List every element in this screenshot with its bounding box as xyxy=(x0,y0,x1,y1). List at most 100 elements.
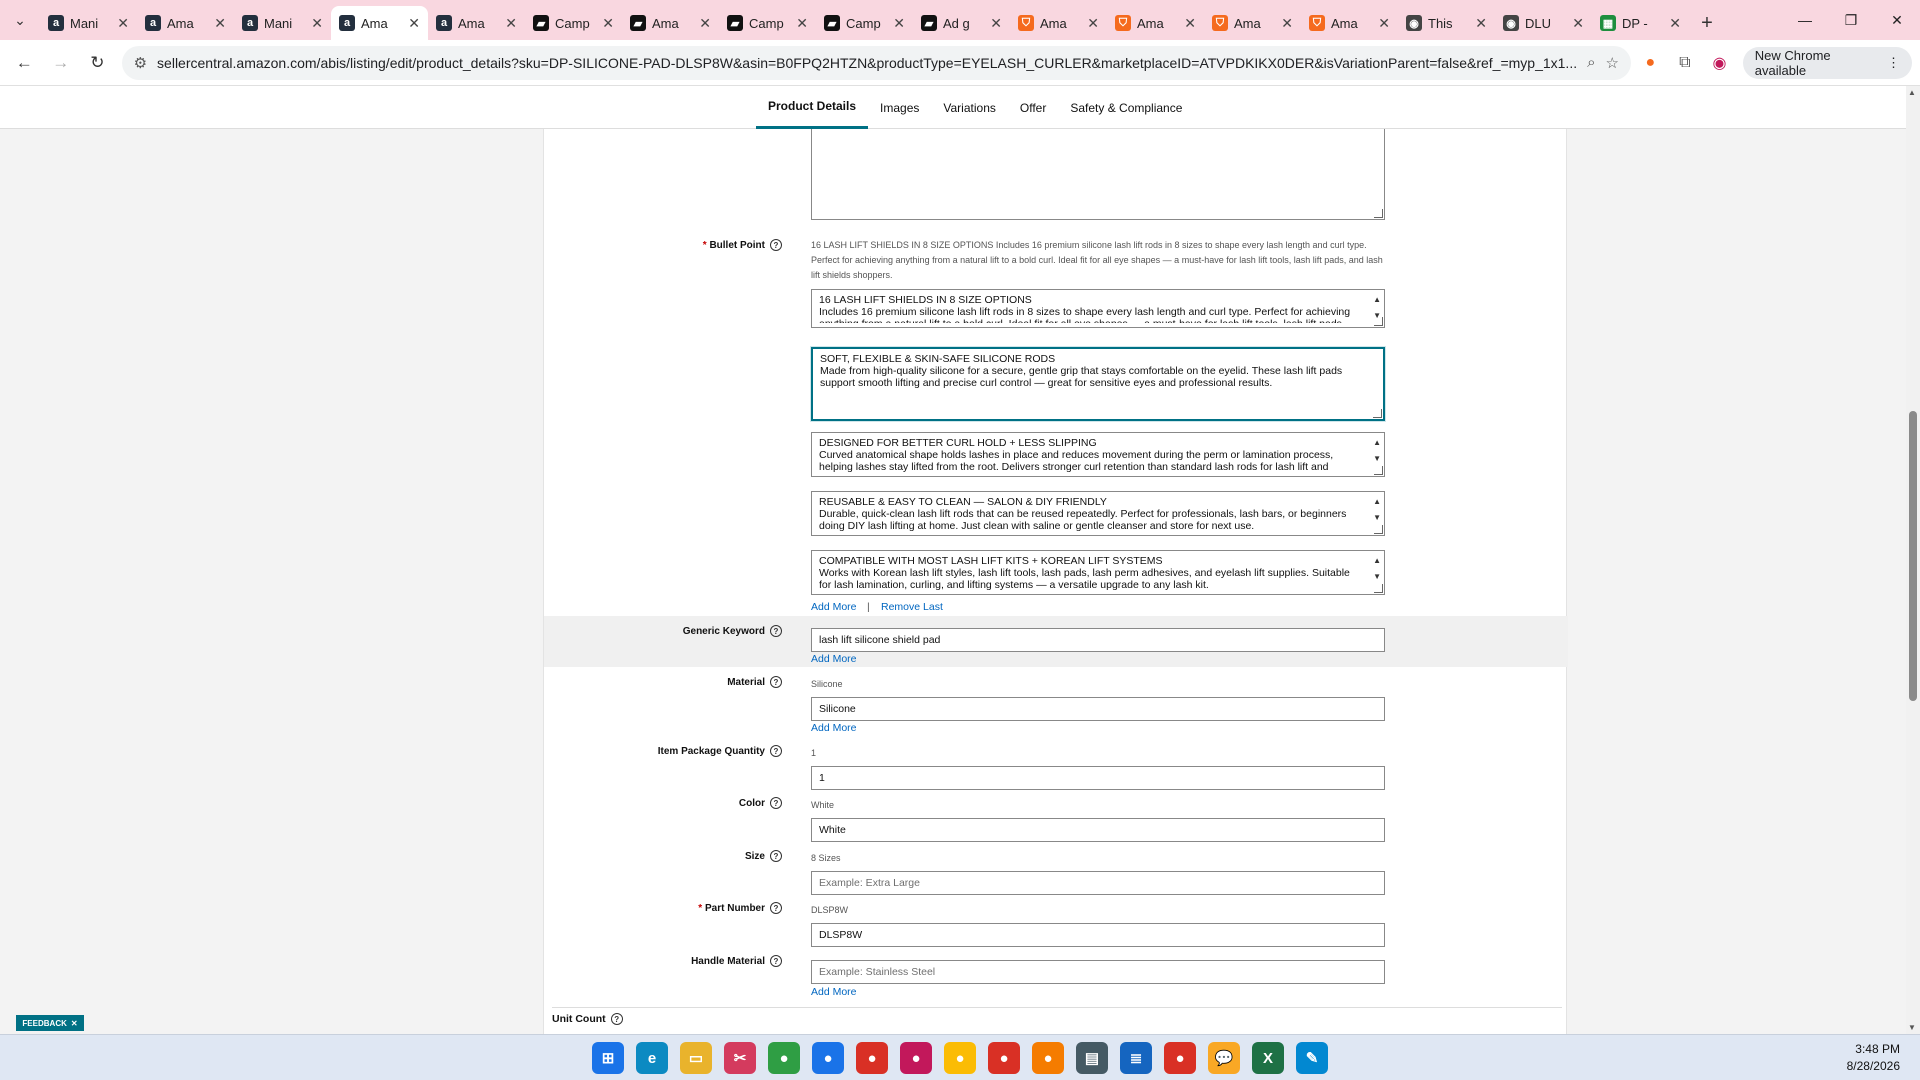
zoom-magnifier-icon[interactable]: ⌕ xyxy=(1587,54,1595,71)
section-tab-offer[interactable]: Offer xyxy=(1008,86,1058,129)
resize-grip[interactable] xyxy=(1374,466,1383,475)
help-circle-icon[interactable]: ? xyxy=(770,625,782,637)
tab-close-icon[interactable]: ✕ xyxy=(893,15,905,32)
browser-tab[interactable]: ⛉ Ama ✕ xyxy=(1204,6,1301,40)
browser-tab[interactable]: a Ama ✕ xyxy=(331,6,428,40)
help-circle-icon[interactable]: ? xyxy=(770,745,782,757)
textarea-scrollbar[interactable]: ▲ ▼ xyxy=(1373,435,1381,467)
tab-close-icon[interactable]: ✕ xyxy=(214,15,226,32)
address-bar[interactable]: ⚙ sellercentral.amazon.com/abis/listing/… xyxy=(121,45,1631,80)
resize-grip[interactable] xyxy=(1374,525,1383,534)
textarea-scrollbar[interactable]: ▲ ▼ xyxy=(1373,553,1381,585)
new-chrome-available-button[interactable]: New Chrome available ⋮ xyxy=(1742,46,1912,79)
browser-tab[interactable]: ⛉ Ama ✕ xyxy=(1010,6,1107,40)
help-circle-icon[interactable]: ? xyxy=(770,955,782,967)
browser-tab[interactable]: ▰ Ad g ✕ xyxy=(913,6,1010,40)
help-circle-icon[interactable]: ? xyxy=(770,676,782,688)
browser-tab[interactable]: a Mani ✕ xyxy=(40,6,137,40)
section-tab-safety-compliance[interactable]: Safety & Compliance xyxy=(1058,86,1194,129)
extensions-puzzle-icon[interactable]: ⧉ xyxy=(1670,47,1701,79)
handle-material-add-more-link[interactable]: Add More xyxy=(811,986,857,998)
restore-icon[interactable]: ❐ xyxy=(1828,0,1874,40)
bullet-point-1-textarea[interactable]: 16 LASH LIFT SHIELDS IN 8 SIZE OPTIONS In… xyxy=(811,289,1385,328)
material-add-more-link[interactable]: Add More xyxy=(811,722,857,734)
scroll-up-arrow-icon[interactable]: ▲ xyxy=(1908,88,1916,97)
bullet-remove-last-link[interactable]: Remove Last xyxy=(881,601,943,613)
feedback-close-icon[interactable]: ✕ xyxy=(71,1019,78,1028)
chrome-icon[interactable]: ● xyxy=(768,1042,800,1074)
tab-close-icon[interactable]: ✕ xyxy=(699,15,711,32)
app-icon[interactable]: ▤ xyxy=(1076,1042,1108,1074)
tab-close-icon[interactable]: ✕ xyxy=(1572,15,1584,32)
profile-avatar-icon[interactable]: ◉ xyxy=(1704,47,1735,79)
windows-start-icon[interactable]: ⊞ xyxy=(592,1042,624,1074)
chrome-icon[interactable]: ● xyxy=(900,1042,932,1074)
help-circle-icon[interactable]: ? xyxy=(770,797,782,809)
tab-close-icon[interactable]: ✕ xyxy=(990,15,1002,32)
address-url[interactable]: sellercentral.amazon.com/abis/listing/ed… xyxy=(157,55,1577,71)
forward-arrow-icon[interactable]: → xyxy=(45,46,78,80)
help-circle-icon[interactable]: ? xyxy=(610,1013,623,1025)
help-circle-icon[interactable]: ? xyxy=(770,239,782,251)
chrome-menu-icon[interactable]: ⋮ xyxy=(1887,55,1900,71)
description-textarea[interactable] xyxy=(811,129,1385,220)
tab-close-icon[interactable]: ✕ xyxy=(1475,15,1487,32)
new-tab-plus-icon[interactable]: + xyxy=(1689,6,1725,40)
tab-close-icon[interactable]: ✕ xyxy=(117,15,129,32)
edge-icon[interactable]: e xyxy=(636,1042,668,1074)
browser-tab[interactable]: ⛉ Ama ✕ xyxy=(1107,6,1204,40)
bullet-point-4-textarea[interactable]: REUSABLE & EASY TO CLEAN — SALON & DIY F… xyxy=(811,491,1385,536)
section-tab-product-details[interactable]: Product Details xyxy=(756,86,869,129)
chrome-icon[interactable]: ● xyxy=(1164,1042,1196,1074)
tab-close-icon[interactable]: ✕ xyxy=(1378,15,1390,32)
part-number-input[interactable]: DLSP8W xyxy=(811,923,1385,947)
bullet-point-3-textarea[interactable]: DESIGNED FOR BETTER CURL HOLD + LESS SLI… xyxy=(811,432,1385,477)
site-info-icon[interactable]: ⚙ xyxy=(134,54,147,72)
resize-grip[interactable] xyxy=(1374,209,1383,218)
close-window-icon[interactable]: ✕ xyxy=(1874,0,1920,40)
chat-icon[interactable]: 💬 xyxy=(1208,1042,1240,1074)
reload-icon[interactable]: ↻ xyxy=(81,46,114,80)
handle-material-input[interactable]: Example: Stainless Steel xyxy=(811,960,1385,984)
excel-icon[interactable]: X xyxy=(1252,1042,1284,1074)
feedback-button[interactable]: FEEDBACK ✕ xyxy=(16,1015,84,1031)
browser-tab[interactable]: ◉ DLU ✕ xyxy=(1495,6,1592,40)
resize-grip[interactable] xyxy=(1374,584,1383,593)
textarea-scrollbar[interactable]: ▲ ▼ xyxy=(1373,494,1381,526)
generic-keyword-input[interactable]: lash lift silicone shield pad xyxy=(811,628,1385,652)
bullet-add-more-link[interactable]: Add More xyxy=(811,601,857,613)
chrome-icon[interactable]: ● xyxy=(988,1042,1020,1074)
size-input[interactable]: Example: Extra Large xyxy=(811,871,1385,895)
help-circle-icon[interactable]: ? xyxy=(770,902,782,914)
extension-orange-icon[interactable]: ● xyxy=(1635,47,1666,79)
bullet-point-5-textarea[interactable]: COMPATIBLE WITH MOST LASH LIFT KITS + KO… xyxy=(811,550,1385,595)
resize-grip[interactable] xyxy=(1373,409,1382,418)
paint-icon[interactable]: ✎ xyxy=(1296,1042,1328,1074)
section-tab-variations[interactable]: Variations xyxy=(931,86,1007,129)
browser-tab[interactable]: ▦ DP - ✕ xyxy=(1592,6,1689,40)
color-input[interactable]: White xyxy=(811,818,1385,842)
tab-close-icon[interactable]: ✕ xyxy=(408,15,420,32)
back-arrow-icon[interactable]: ← xyxy=(8,46,41,80)
page-scrollbar[interactable]: ▲ ▼ xyxy=(1906,86,1920,1034)
tab-close-icon[interactable]: ✕ xyxy=(1669,15,1681,32)
chrome-icon[interactable]: ● xyxy=(856,1042,888,1074)
page-scrollbar-thumb[interactable] xyxy=(1909,411,1917,701)
tab-close-icon[interactable]: ✕ xyxy=(505,15,517,32)
browser-tab[interactable]: ▰ Camp ✕ xyxy=(816,6,913,40)
chrome-icon[interactable]: ● xyxy=(944,1042,976,1074)
snipping-tool-icon[interactable]: ✂ xyxy=(724,1042,756,1074)
generic-keyword-add-more-link[interactable]: Add More xyxy=(811,653,857,665)
tab-search-chevron-icon[interactable]: ⌄ xyxy=(0,0,40,40)
resize-grip[interactable] xyxy=(1374,317,1383,326)
chrome-icon[interactable]: ● xyxy=(812,1042,844,1074)
file-explorer-icon[interactable]: ▭ xyxy=(680,1042,712,1074)
material-input[interactable]: Silicone xyxy=(811,697,1385,721)
tab-close-icon[interactable]: ✕ xyxy=(796,15,808,32)
minimize-icon[interactable]: — xyxy=(1782,0,1828,40)
help-circle-icon[interactable]: ? xyxy=(770,850,782,862)
tab-close-icon[interactable]: ✕ xyxy=(311,15,323,32)
browser-tab[interactable]: a Ama ✕ xyxy=(428,6,525,40)
browser-tab[interactable]: a Ama ✕ xyxy=(137,6,234,40)
browser-tab[interactable]: ⛉ Ama ✕ xyxy=(1301,6,1398,40)
